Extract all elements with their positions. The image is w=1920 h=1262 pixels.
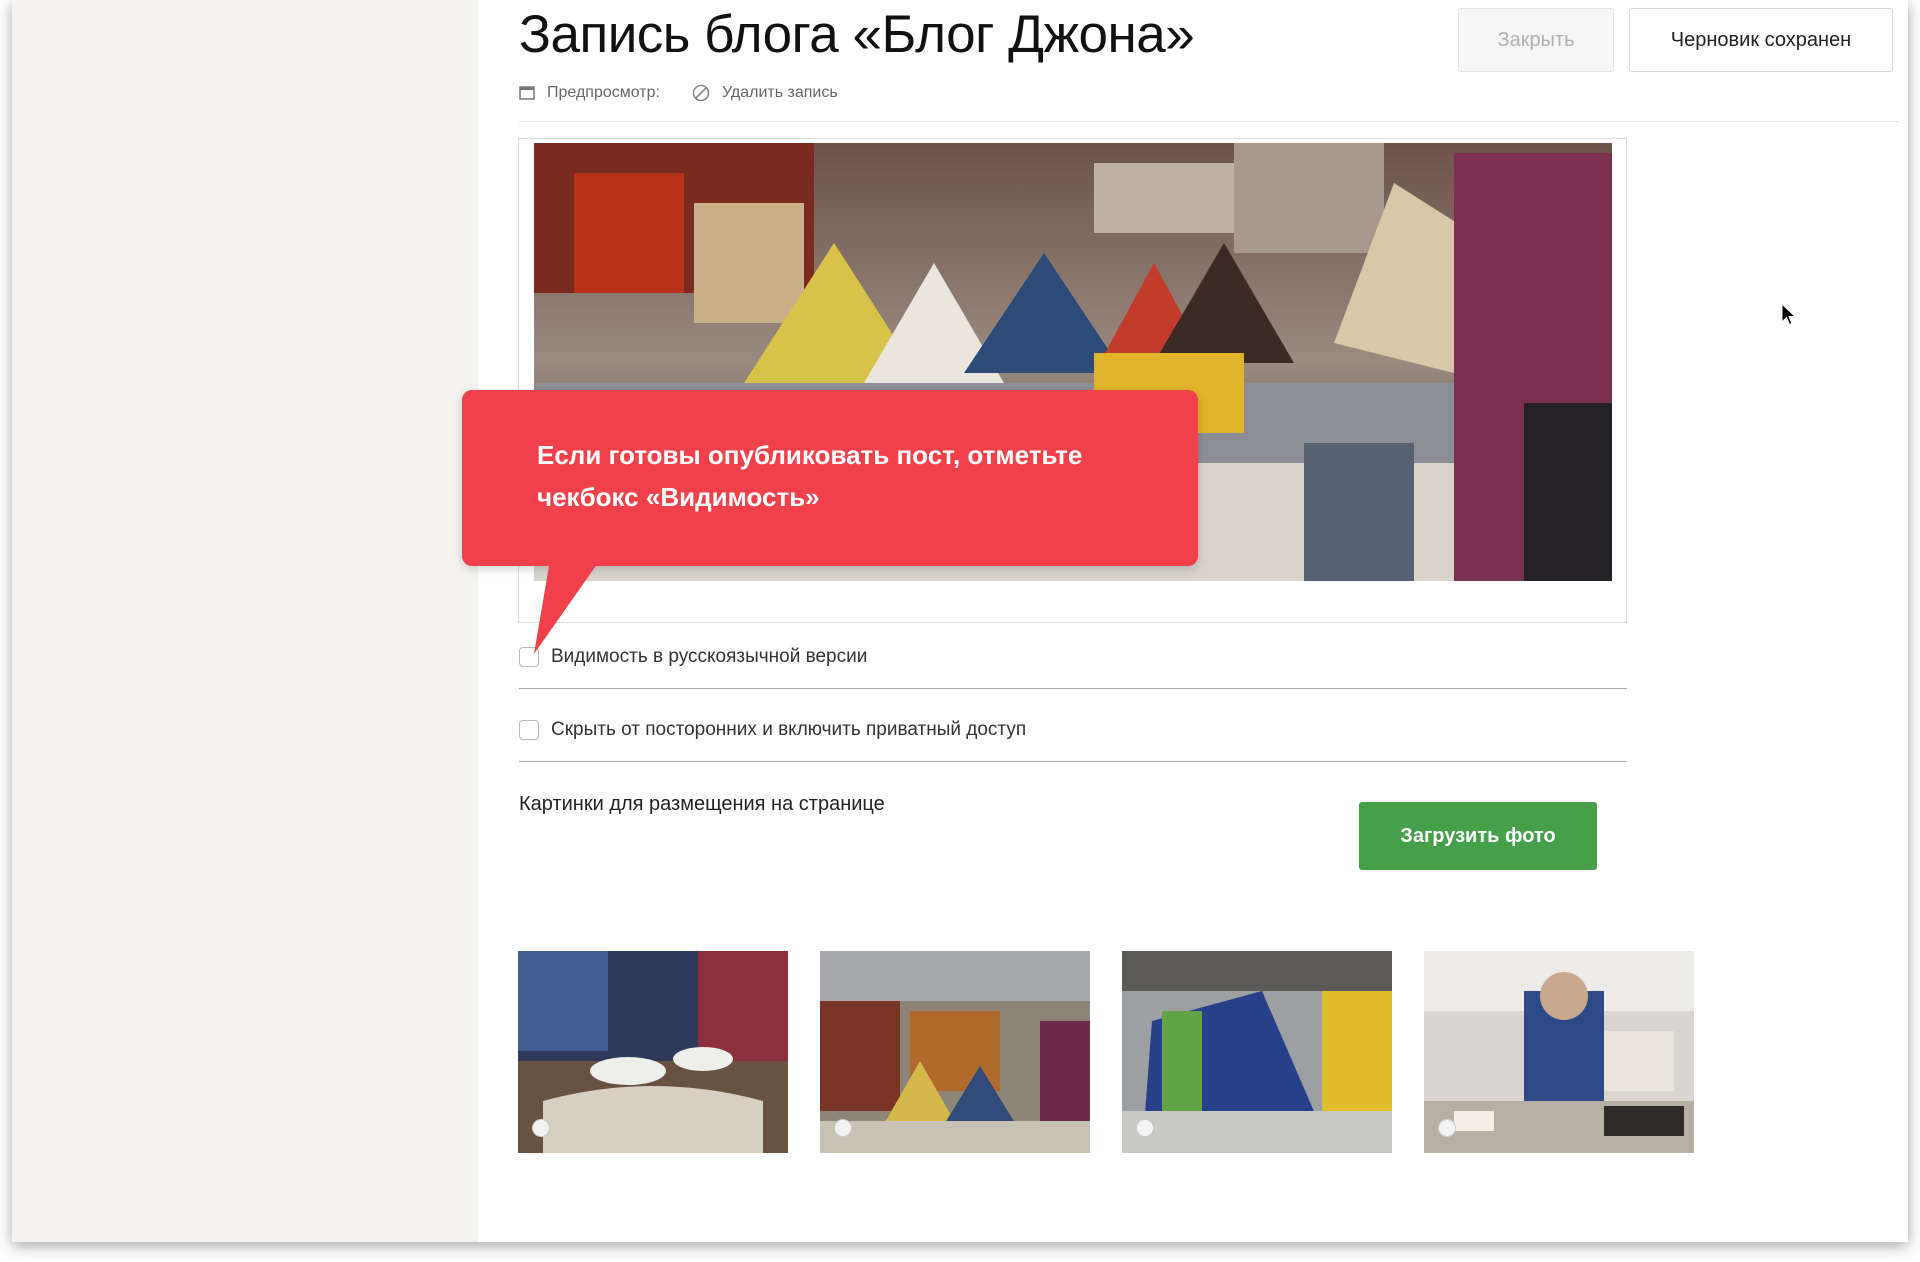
sidebar — [12, 0, 478, 1242]
post-actions: Предпросмотр: Удалить запись — [519, 84, 870, 102]
mouse-cursor-icon — [1781, 303, 1797, 326]
private-label: Скрыть от посторонних и включить приватн… — [551, 719, 1027, 740]
gallery-thumbnail[interactable] — [1424, 951, 1694, 1153]
tooltip-callout: Если готовы опубликовать пост, отметьте … — [462, 390, 1198, 566]
tooltip-text: Если готовы опубликовать пост, отметьте … — [537, 440, 1083, 512]
gallery-thumbnail[interactable] — [518, 951, 788, 1153]
draft-saved-button[interactable]: Черновик сохранен — [1629, 8, 1893, 72]
select-cover-radio[interactable] — [1136, 1119, 1154, 1137]
select-cover-radio[interactable] — [532, 1119, 550, 1137]
private-checkbox[interactable] — [519, 720, 539, 740]
delete-post-link[interactable]: Удалить запись — [692, 84, 838, 102]
upload-photo-button[interactable]: Загрузить фото — [1359, 802, 1597, 870]
preview-link[interactable]: Предпросмотр: — [519, 84, 660, 102]
editor-main: Запись блога «Блог Джона» Закрыть Чернов… — [478, 0, 1908, 1242]
browser-frame: Запись блога «Блог Джона» Закрыть Чернов… — [12, 0, 1908, 1242]
delete-label: Удалить запись — [721, 84, 838, 101]
gallery-thumbnail[interactable] — [820, 951, 1090, 1153]
option-divider — [519, 688, 1627, 689]
gallery-thumbnails — [518, 951, 1726, 1153]
private-option: Скрыть от посторонних и включить приватн… — [519, 719, 1026, 741]
close-button[interactable]: Закрыть — [1458, 8, 1614, 72]
tooltip-pointer-icon — [534, 560, 600, 654]
header-divider — [519, 121, 1899, 122]
select-cover-radio[interactable] — [834, 1119, 852, 1137]
prohibited-icon — [692, 84, 710, 102]
gallery-thumbnail[interactable] — [1122, 951, 1392, 1153]
preview-label: Предпросмотр: — [547, 84, 660, 101]
option-divider — [519, 761, 1627, 762]
gallery-section-label: Картинки для размещения на странице — [519, 793, 885, 815]
page-title: Запись блога «Блог Джона» — [519, 5, 1195, 64]
select-cover-radio[interactable] — [1438, 1119, 1456, 1137]
window-icon — [519, 86, 535, 100]
